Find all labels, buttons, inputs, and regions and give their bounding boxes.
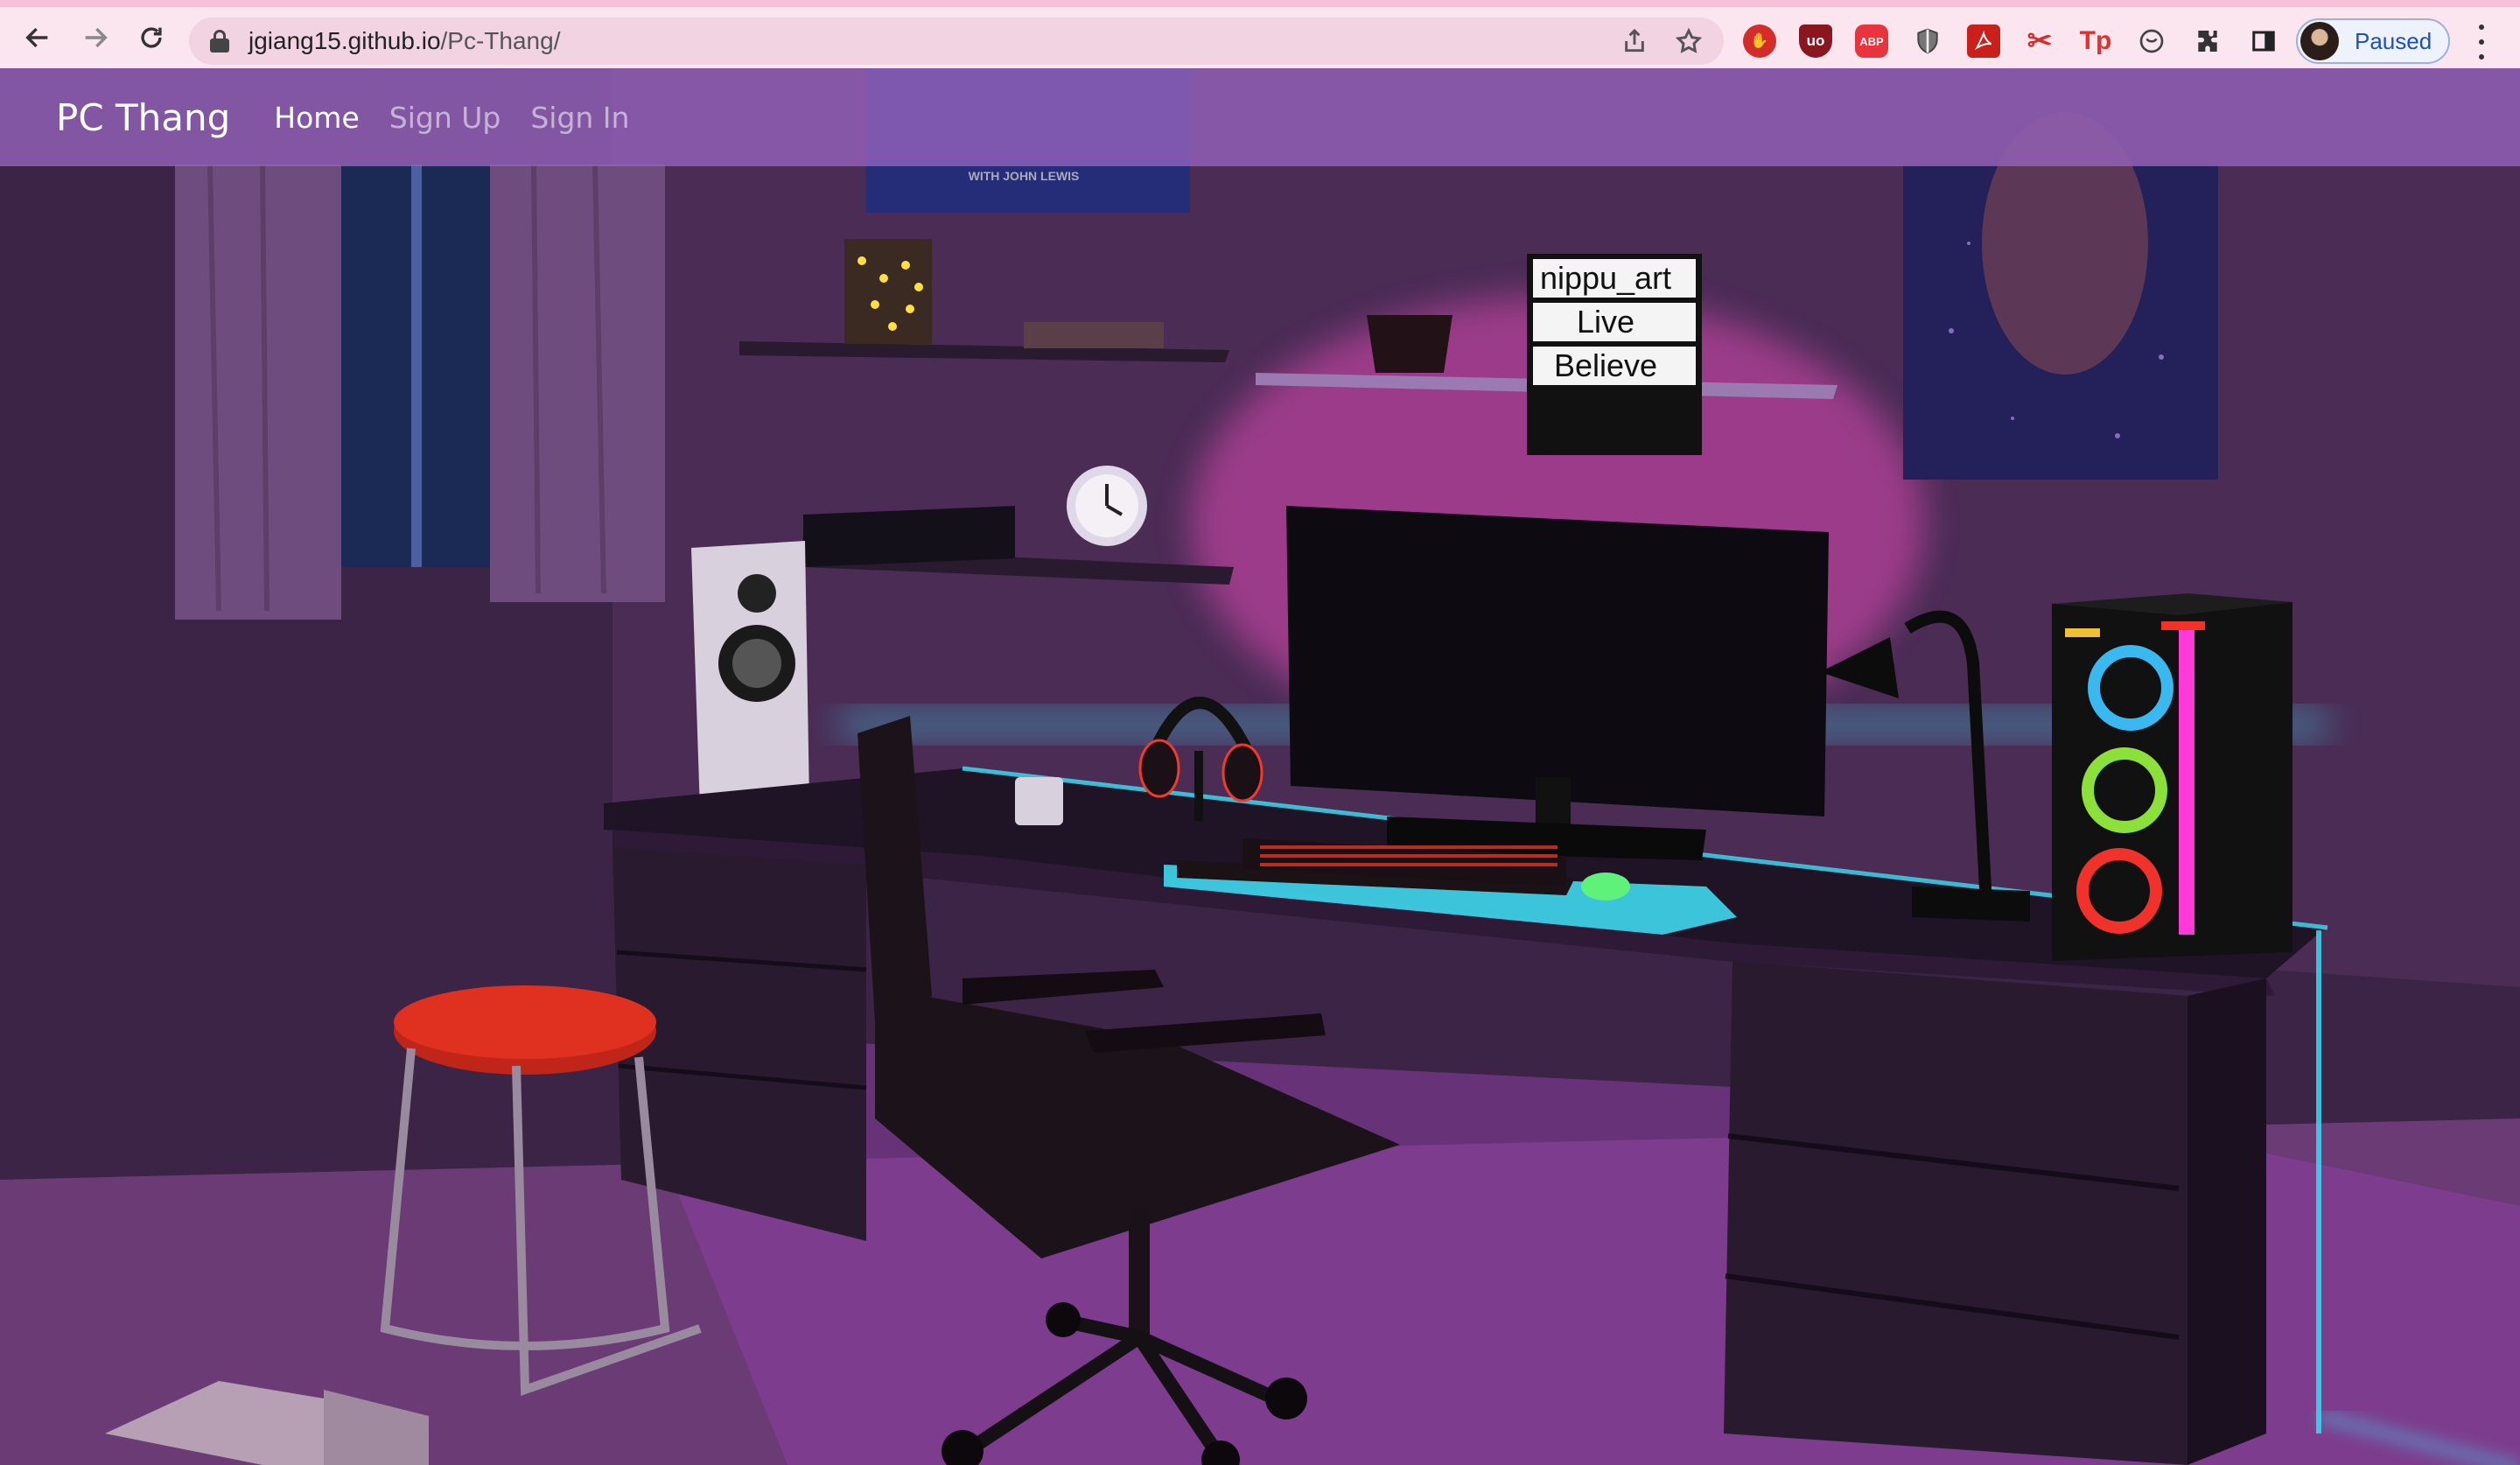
nav-link-home[interactable]: Home [274,101,359,135]
brand-logo-link[interactable]: PC Thang [56,96,230,139]
lock-icon [208,28,231,54]
ublock-extension-icon[interactable]: uo [1799,25,1832,58]
avatar [2300,22,2339,60]
scissors-extension-icon[interactable]: ✂ [2023,25,2056,58]
arrow-right-icon [85,27,108,48]
url-text: jgiang15.github.io/Pc-Thang/ [248,27,561,54]
webpage: WITH JOHN LEWIS nippu_art Live Believe P… [0,68,2520,1465]
back-button[interactable] [10,11,65,65]
address-bar[interactable]: jgiang15.github.io/Pc-Thang/ [189,18,1724,65]
shield-extension-icon[interactable] [1911,25,1944,58]
sidepanel-icon[interactable] [2247,25,2280,58]
tp-extension-icon[interactable]: Tp [2079,25,2112,58]
adblocker-extension-icon[interactable]: ✋ [1743,25,1776,58]
bookmark-star-icon[interactable] [1675,27,1703,55]
browser-toolbar: jgiang15.github.io/Pc-Thang/ ✋ uo ABP ✂ … [0,0,2520,68]
forward-button[interactable] [68,11,122,65]
site-navbar: PC Thang Home Sign Up Sign In [0,68,2520,166]
share-icon[interactable] [1620,27,1648,55]
lightbox-line-2: Live [1577,304,1634,340]
abp-extension-icon[interactable]: ABP [1855,25,1888,58]
profile-status-label: Paused [2355,27,2432,54]
reload-icon [141,27,162,48]
gaming-room-illustration: WITH JOHN LEWIS nippu_art Live Believe [0,68,2520,1465]
hero-background-image: WITH JOHN LEWIS nippu_art Live Believe [0,68,2520,1465]
nav-link-sign-up[interactable]: Sign Up [389,101,501,135]
circle-extension-icon[interactable] [2135,25,2168,58]
arrow-left-icon [25,27,48,48]
puzzle-extensions-icon[interactable] [2191,25,2224,58]
nav-link-sign-in[interactable]: Sign In [530,101,629,135]
reload-button[interactable] [124,11,178,65]
more-menu-icon[interactable] [2473,25,2490,60]
poster-caption: WITH JOHN LEWIS [969,169,1080,183]
lightbox-line-1: nippu_art [1540,260,1671,296]
lightbox-line-3: Believe [1554,347,1657,383]
profile-button[interactable]: Paused [2296,18,2450,64]
pdf-extension-icon[interactable] [1967,25,2000,58]
